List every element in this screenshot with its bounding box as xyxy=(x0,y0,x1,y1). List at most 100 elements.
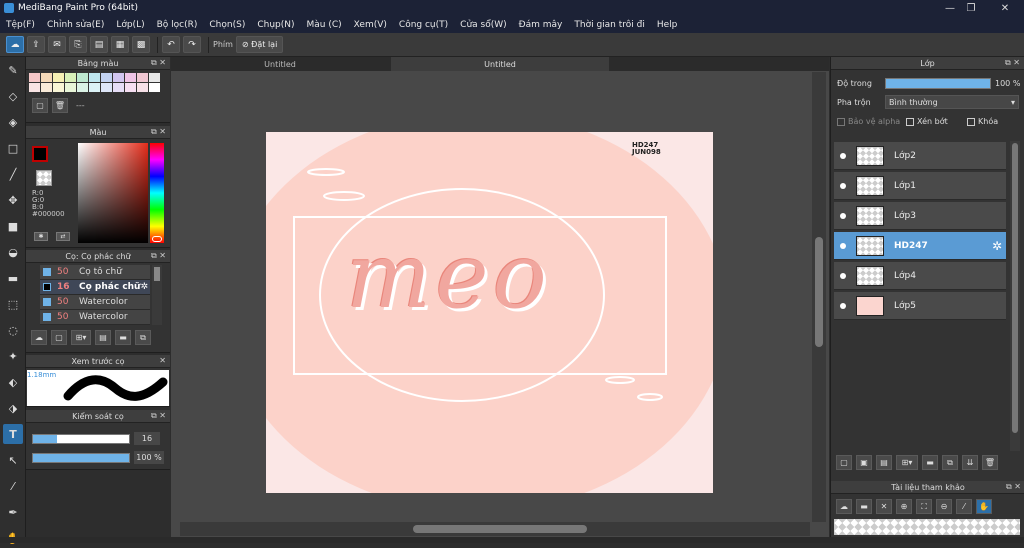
add-brush-icon[interactable]: ⊞▾ xyxy=(71,330,91,345)
vertical-scroll-thumb[interactable] xyxy=(815,237,823,347)
protect-alpha-checkbox[interactable]: Bảo vệ alpha xyxy=(837,117,900,126)
brush-item[interactable]: 50 Cọ tô chữ xyxy=(40,265,150,280)
menu-snap[interactable]: Chụp(N) xyxy=(257,20,294,30)
maximize-button[interactable]: ❐ xyxy=(956,0,986,16)
hue-slider[interactable] xyxy=(150,143,164,243)
gear-icon[interactable]: ✲ xyxy=(140,282,148,292)
pen-tool-icon[interactable]: ✒ xyxy=(3,502,23,522)
zoom-out-icon[interactable]: ⊖ xyxy=(936,499,952,514)
layer-row[interactable]: Lớp5 xyxy=(834,292,1006,320)
fill-rect-icon[interactable]: ■ xyxy=(3,216,23,236)
brush-opacity-value[interactable]: 100 % xyxy=(134,451,164,464)
merge-layer-icon[interactable]: ⇊ xyxy=(962,455,978,470)
page-icon[interactable]: ▤ xyxy=(90,36,108,53)
grid-icon[interactable]: ▦ xyxy=(111,36,129,53)
layer-row[interactable]: Lớp1 xyxy=(834,172,1006,200)
new-layer-icon[interactable]: ▢ xyxy=(836,455,852,470)
ref-hand-icon[interactable]: ✋ xyxy=(976,499,992,514)
rect-tool-icon[interactable]: □ xyxy=(3,138,23,158)
eyedrop-icon[interactable]: ✱ xyxy=(34,232,48,241)
tab-untitled-1[interactable]: Untitled xyxy=(171,57,389,71)
select-rect-icon[interactable]: ⬚ xyxy=(3,294,23,314)
panel-close-icon[interactable]: ⧉ ✕ xyxy=(151,251,166,261)
gear-icon[interactable]: ✲ xyxy=(992,239,1002,253)
menu-color[interactable]: Màu (C) xyxy=(307,20,342,30)
panel-close-icon[interactable]: ⧉ ✕ xyxy=(151,127,166,137)
canvas-horizontal-scrollbar[interactable] xyxy=(180,522,810,536)
palette-swatch[interactable] xyxy=(113,83,124,92)
brush-item[interactable]: 16 Cọ phác chữ ✲ xyxy=(40,280,150,295)
new-palette-icon[interactable]: ▢ xyxy=(32,98,48,113)
brush-scrollbar[interactable] xyxy=(152,265,162,325)
close-button[interactable]: ✕ xyxy=(990,0,1020,16)
select-pen-icon[interactable]: ⬖ xyxy=(3,372,23,392)
move-tool-icon[interactable]: ✥ xyxy=(3,190,23,210)
clip-icon[interactable]: ⎘ xyxy=(69,36,87,53)
menu-cloud[interactable]: Đám mây xyxy=(519,20,563,30)
palette-swatch[interactable] xyxy=(77,73,88,82)
add-layer-menu-icon[interactable]: ⊞▾ xyxy=(896,455,918,470)
gradient-tool-icon[interactable]: ▬ xyxy=(3,268,23,288)
panel-close-icon[interactable]: ⧉ ✕ xyxy=(1005,58,1020,68)
redo-icon[interactable]: ↷ xyxy=(183,36,201,53)
artboard[interactable]: meo HD247 JUN098 xyxy=(266,132,713,493)
panel-close-icon[interactable]: ⧉ ✕ xyxy=(151,411,166,421)
eraser-tool-icon[interactable]: ◇ xyxy=(3,86,23,106)
layer-row[interactable]: HD247 ✲ xyxy=(834,232,1006,260)
palette-swatch[interactable] xyxy=(89,83,100,92)
menu-tools[interactable]: Công cụ(T) xyxy=(399,20,448,30)
palette-swatch[interactable] xyxy=(125,83,136,92)
panel-close-icon[interactable]: ⧉ ✕ xyxy=(151,58,166,68)
reset-button[interactable]: ⊘ Đặt lại xyxy=(235,36,284,53)
secondary-color-swatch[interactable] xyxy=(36,170,52,186)
blend-mode-select[interactable]: Bình thường ▾ xyxy=(885,95,1019,109)
menu-help[interactable]: Help xyxy=(657,20,678,30)
select-eraser-icon[interactable]: ⬗ xyxy=(3,398,23,418)
brush-copy-icon[interactable]: ⧉ xyxy=(135,330,151,345)
layer-scrollbar[interactable] xyxy=(1010,141,1020,451)
delete-layer-icon[interactable]: 🗑 xyxy=(982,455,998,470)
palette-swatch[interactable] xyxy=(137,83,148,92)
menu-timelapse[interactable]: Thời gian trôi đi xyxy=(574,20,644,30)
new-8bit-layer-icon[interactable]: ▤ xyxy=(876,455,892,470)
brush-size-slider[interactable] xyxy=(32,434,130,444)
brush-item[interactable]: 50 Watercolor xyxy=(40,310,150,325)
palette-swatch[interactable] xyxy=(53,73,64,82)
lasso-tool-icon[interactable]: ◌ xyxy=(3,320,23,340)
tab-untitled-2[interactable]: Untitled xyxy=(391,57,609,71)
fit-icon[interactable]: ⛶ xyxy=(916,499,932,514)
operation-tool-icon[interactable]: ↖ xyxy=(3,450,23,470)
share-icon[interactable]: ⇪ xyxy=(27,36,45,53)
new-halftone-layer-icon[interactable]: ▣ xyxy=(856,455,872,470)
text-tool-icon[interactable]: T xyxy=(3,424,23,444)
cloud-icon[interactable]: ☁ xyxy=(6,36,24,53)
palette-swatch[interactable] xyxy=(89,73,100,82)
layer-folder-icon[interactable]: ▬ xyxy=(922,455,938,470)
duplicate-layer-icon[interactable]: ⧉ xyxy=(942,455,958,470)
visibility-icon[interactable] xyxy=(840,242,846,249)
panel-close-icon[interactable]: ⧉ ✕ xyxy=(1006,482,1021,492)
undo-icon[interactable]: ↶ xyxy=(162,36,180,53)
hue-handle[interactable] xyxy=(152,236,162,242)
palette-swatch[interactable] xyxy=(149,73,160,82)
palette-swatch[interactable] xyxy=(41,83,52,92)
visibility-icon[interactable] xyxy=(840,302,846,309)
new-brush-icon[interactable]: ▢ xyxy=(51,330,67,345)
menu-view[interactable]: Xem(V) xyxy=(354,20,387,30)
line-tool-icon[interactable]: ╱ xyxy=(3,164,23,184)
palette-swatch[interactable] xyxy=(65,73,76,82)
cloud-brush-icon[interactable]: ☁ xyxy=(31,330,47,345)
menu-window[interactable]: Cửa sổ(W) xyxy=(460,20,506,30)
palette-swatch[interactable] xyxy=(29,83,40,92)
menu-select[interactable]: Chọn(S) xyxy=(209,20,245,30)
palette-swatch[interactable] xyxy=(77,83,88,92)
saturation-value-picker[interactable] xyxy=(78,143,148,243)
open-folder-icon[interactable]: ▬ xyxy=(856,499,872,514)
palette-swatch[interactable] xyxy=(125,73,136,82)
dot-eraser-icon[interactable]: ◈ xyxy=(3,112,23,132)
palette-swatch[interactable] xyxy=(137,73,148,82)
visibility-icon[interactable] xyxy=(840,212,846,219)
dropper-tool-icon[interactable]: ⁄ xyxy=(3,476,23,496)
brush-settings-icon[interactable]: ▤ xyxy=(95,330,111,345)
palette-swatch[interactable] xyxy=(149,83,160,92)
